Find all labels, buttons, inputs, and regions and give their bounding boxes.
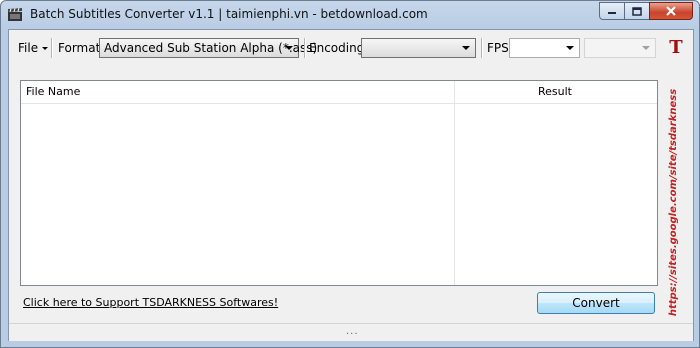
client-area: File Format Advanced Sub Station Alpha (…: [8, 29, 694, 341]
title-bar[interactable]: Batch Subtitles Converter v1.1 | taimien…: [1, 1, 699, 29]
minimize-button[interactable]: [599, 2, 625, 20]
support-link[interactable]: Click here to Support TSDARKNESS Softwar…: [23, 296, 278, 309]
vertical-url-text: https://sites.google.com/site/tsdarkness: [668, 88, 680, 316]
close-icon: [666, 6, 676, 16]
app-window: Batch Subtitles Converter v1.1 | taimien…: [0, 0, 700, 348]
format-label: Format: [58, 41, 101, 55]
grid-header: File Name Result: [21, 81, 657, 104]
chevron-down-icon: [462, 46, 470, 50]
toolbar-separator: [51, 38, 53, 58]
format-select[interactable]: Advanced Sub Station Alpha (*.ass): [99, 38, 317, 58]
tsdarkness-logo-icon[interactable]: T: [667, 38, 685, 58]
status-bar: ...: [9, 323, 693, 341]
column-divider[interactable]: [454, 81, 455, 285]
column-header-result[interactable]: Result: [538, 81, 572, 103]
toolbar-separator: [304, 38, 306, 58]
chevron-down-icon: [642, 46, 650, 50]
chevron-down-icon: [566, 46, 574, 50]
chevron-down-icon: [285, 46, 293, 50]
toolbar: File Format Advanced Sub Station Alpha (…: [9, 30, 693, 64]
toolbar-separator: [481, 38, 483, 58]
convert-button[interactable]: Convert: [537, 292, 655, 314]
caption-buttons: [599, 2, 693, 22]
window-title: Batch Subtitles Converter v1.1 | taimien…: [30, 7, 428, 21]
maximize-icon: [632, 6, 642, 16]
fps-target-select: [584, 38, 656, 58]
resize-grip-icon[interactable]: ...: [346, 326, 359, 337]
chevron-down-icon: [42, 47, 48, 50]
maximize-button[interactable]: [624, 2, 650, 20]
file-list-grid[interactable]: File Name Result: [20, 80, 658, 286]
vertical-url-label[interactable]: https://sites.google.com/site/tsdarkness: [659, 82, 689, 322]
minimize-icon: [608, 12, 616, 14]
file-menu[interactable]: File: [18, 41, 38, 55]
encoding-select[interactable]: [361, 38, 476, 58]
encoding-label: Encoding: [309, 41, 365, 55]
fps-label: FPS: [487, 41, 509, 55]
column-header-file-name[interactable]: File Name: [26, 81, 80, 103]
fps-select[interactable]: [509, 38, 580, 58]
film-clapper-icon: [8, 8, 22, 21]
close-button[interactable]: [649, 2, 693, 20]
